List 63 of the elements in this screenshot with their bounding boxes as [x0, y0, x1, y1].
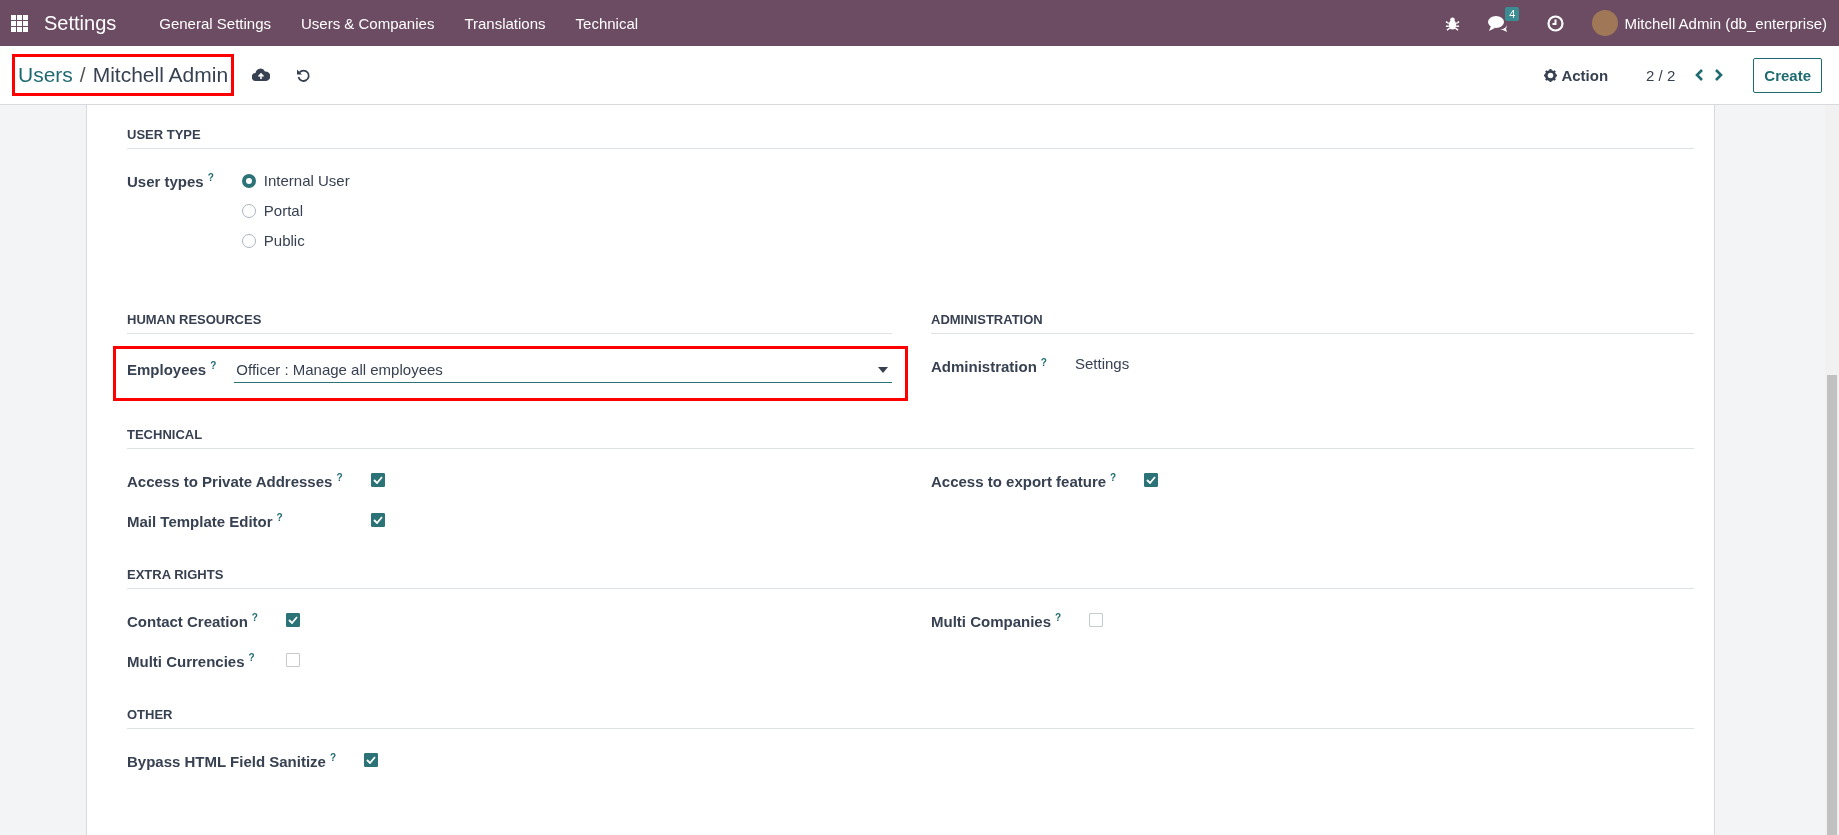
action-menu-button[interactable]: Action — [1544, 66, 1609, 84]
help-mark[interactable]: ? — [276, 512, 283, 523]
chat-icon[interactable] — [1488, 14, 1509, 32]
help-mark[interactable]: ? — [1055, 612, 1062, 623]
help-mark[interactable]: ? — [251, 612, 258, 623]
next-icon[interactable] — [1714, 68, 1725, 82]
section-heading: HUMAN RESOURCES — [127, 306, 892, 334]
field-label: Employees — [127, 361, 207, 378]
checkbox[interactable] — [285, 613, 300, 628]
breadcrumb-current: Mitchell Admin — [92, 63, 229, 87]
field-label: Contact Creation — [127, 613, 248, 630]
field-label: Access to export feature — [931, 473, 1107, 490]
help-mark[interactable]: ? — [210, 360, 217, 371]
checkbox[interactable] — [370, 513, 385, 528]
field-label: Multi Companies — [931, 613, 1051, 630]
help-mark[interactable]: ? — [329, 752, 337, 763]
caret-icon — [878, 366, 888, 373]
menu-item[interactable]: General Settings — [144, 14, 286, 32]
help-mark[interactable]: ? — [248, 652, 255, 663]
field-label: User types — [127, 173, 204, 190]
help-mark[interactable]: ? — [1110, 472, 1117, 483]
apps-menu-icon[interactable] — [11, 14, 28, 32]
pager-counter: 2 / 2 — [1646, 66, 1676, 84]
app-title[interactable]: Settings — [44, 11, 117, 35]
field-label: Multi Currencies — [127, 653, 245, 670]
radio-label[interactable]: Public — [263, 232, 305, 249]
radio-label[interactable]: Internal User — [263, 172, 350, 189]
scrollbar[interactable] — [1825, 105, 1839, 835]
checkbox[interactable] — [1089, 613, 1104, 628]
create-button[interactable]: Create — [1753, 57, 1822, 93]
bug-icon[interactable] — [1445, 15, 1461, 31]
field-label: Administration — [931, 358, 1037, 375]
select-field[interactable]: Officer : Manage all employees — [234, 358, 892, 383]
help-mark[interactable]: ? — [1040, 357, 1047, 368]
help-mark[interactable]: ? — [207, 172, 214, 183]
field-label: Mail Template Editor — [127, 513, 273, 530]
help-mark[interactable]: ? — [336, 472, 343, 483]
radio-label[interactable]: Portal — [263, 202, 303, 219]
clock-icon[interactable] — [1547, 14, 1565, 32]
section-heading: OTHER — [127, 701, 1694, 729]
message-count-badge: 4 — [1505, 6, 1520, 21]
checkbox[interactable] — [364, 753, 379, 768]
breadcrumb-separator: / — [79, 63, 86, 87]
field-label: Bypass HTML Field Sanitize — [127, 753, 326, 770]
section-heading: USER TYPE — [127, 121, 1694, 149]
checkbox[interactable] — [285, 653, 300, 668]
breadcrumb-link[interactable]: Users — [18, 63, 73, 87]
section-heading: ADMINISTRATION — [931, 306, 1694, 334]
checkbox[interactable] — [370, 473, 385, 488]
field-value: Settings — [1074, 355, 1130, 372]
gear-icon — [1544, 68, 1558, 82]
undo-icon[interactable] — [296, 67, 312, 83]
radio-button[interactable] — [241, 173, 256, 188]
cloud-upload-icon[interactable] — [252, 68, 271, 82]
section-heading: TECHNICAL — [127, 421, 1694, 449]
menu-item[interactable]: Translations — [449, 14, 561, 32]
previous-icon[interactable] — [1694, 68, 1705, 82]
menu-item[interactable]: Technical — [560, 14, 654, 32]
menu-item[interactable]: Users & Companies — [286, 14, 450, 32]
user-menu[interactable]: Mitchell Admin (db_enterprise) — [1624, 14, 1827, 32]
checkbox[interactable] — [1144, 473, 1159, 488]
section-heading: EXTRA RIGHTS — [127, 561, 1694, 589]
field-label: Access to Private Addresses — [127, 473, 333, 490]
